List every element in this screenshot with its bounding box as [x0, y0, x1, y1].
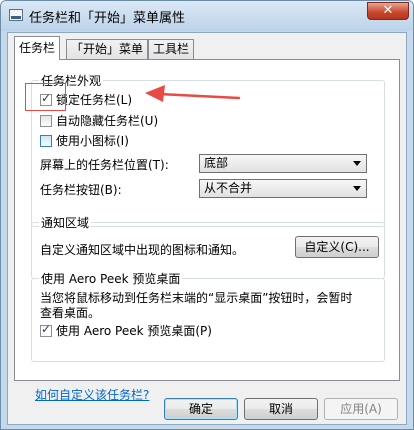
taskbar-buttons-select[interactable]: 从不合并	[199, 179, 367, 198]
taskbar-position-select[interactable]: 底部	[199, 154, 367, 173]
small-icons-checkbox[interactable]	[40, 134, 52, 147]
aero-peek-checkbox[interactable]	[40, 322, 52, 337]
aero-peek-checkbox-label: 使用 Aero Peek 预览桌面(P)	[56, 324, 212, 338]
aero-peek-row[interactable]: 使用 Aero Peek 预览桌面(P)	[40, 322, 212, 339]
dialog-client: 任务栏 「开始」菜单 工具栏 任务栏外观 锁定任务栏(L) 自动隐藏任务栏(U)…	[7, 32, 407, 425]
auto-hide-label: 自动隐藏任务栏(U)	[56, 114, 159, 128]
taskbar-buttons-value: 从不合并	[204, 181, 253, 195]
aero-peek-description-line2: 查看桌面。	[40, 306, 101, 320]
taskbar-window-icon	[9, 9, 23, 21]
lock-taskbar-label: 锁定任务栏(L)	[56, 93, 133, 107]
small-icons-row[interactable]: 使用小图标(I)	[40, 132, 129, 149]
customize-button[interactable]: 自定义(C)...	[295, 236, 379, 258]
tab-start-menu[interactable]: 「开始」菜单	[66, 39, 149, 59]
apply-button[interactable]: 应用(A)	[324, 398, 398, 420]
tab-taskbar[interactable]: 任务栏	[14, 36, 61, 60]
small-icons-label: 使用小图标(I)	[56, 134, 129, 148]
tab-label: 工具栏	[153, 42, 190, 56]
tab-label: 「开始」菜单	[71, 42, 144, 56]
close-icon: ✕	[382, 3, 394, 18]
aero-peek-label: 使用 Aero Peek 预览桌面	[39, 270, 183, 287]
auto-hide-checkbox[interactable]	[40, 114, 52, 127]
taskbar-position-value: 底部	[204, 156, 229, 170]
taskbar-position-label: 屏幕上的任务栏位置(T):	[40, 158, 169, 172]
title-bar[interactable]: 任务栏和「开始」菜单属性 ✕	[1, 1, 413, 31]
notification-area-label: 通知区域	[39, 214, 92, 231]
tab-label: 任务栏	[19, 41, 56, 55]
chevron-down-icon	[353, 161, 361, 166]
ok-button[interactable]: 确定	[164, 398, 238, 420]
help-link[interactable]: 如何自定义该任务栏?	[35, 386, 149, 403]
tab-toolbars[interactable]: 工具栏	[148, 39, 195, 59]
properties-window: 任务栏和「开始」菜单属性 ✕ 任务栏 「开始」菜单 工具栏 任务栏外观 锁定任务…	[0, 0, 414, 430]
window-title: 任务栏和「开始」菜单属性	[29, 11, 186, 26]
auto-hide-row[interactable]: 自动隐藏任务栏(U)	[40, 112, 158, 129]
notification-description: 自定义通知区域中出现的图标和通知。	[40, 243, 245, 257]
close-button[interactable]: ✕	[367, 2, 409, 20]
chevron-down-icon	[353, 186, 361, 191]
cancel-button[interactable]: 取消	[244, 398, 318, 420]
taskbar-buttons-label: 任务栏按钮(B):	[40, 183, 122, 197]
tab-panel-taskbar: 任务栏外观 锁定任务栏(L) 自动隐藏任务栏(U) 使用小图标(I) 屏幕上的任…	[14, 59, 400, 402]
annotation-highlight-box	[25, 83, 66, 111]
